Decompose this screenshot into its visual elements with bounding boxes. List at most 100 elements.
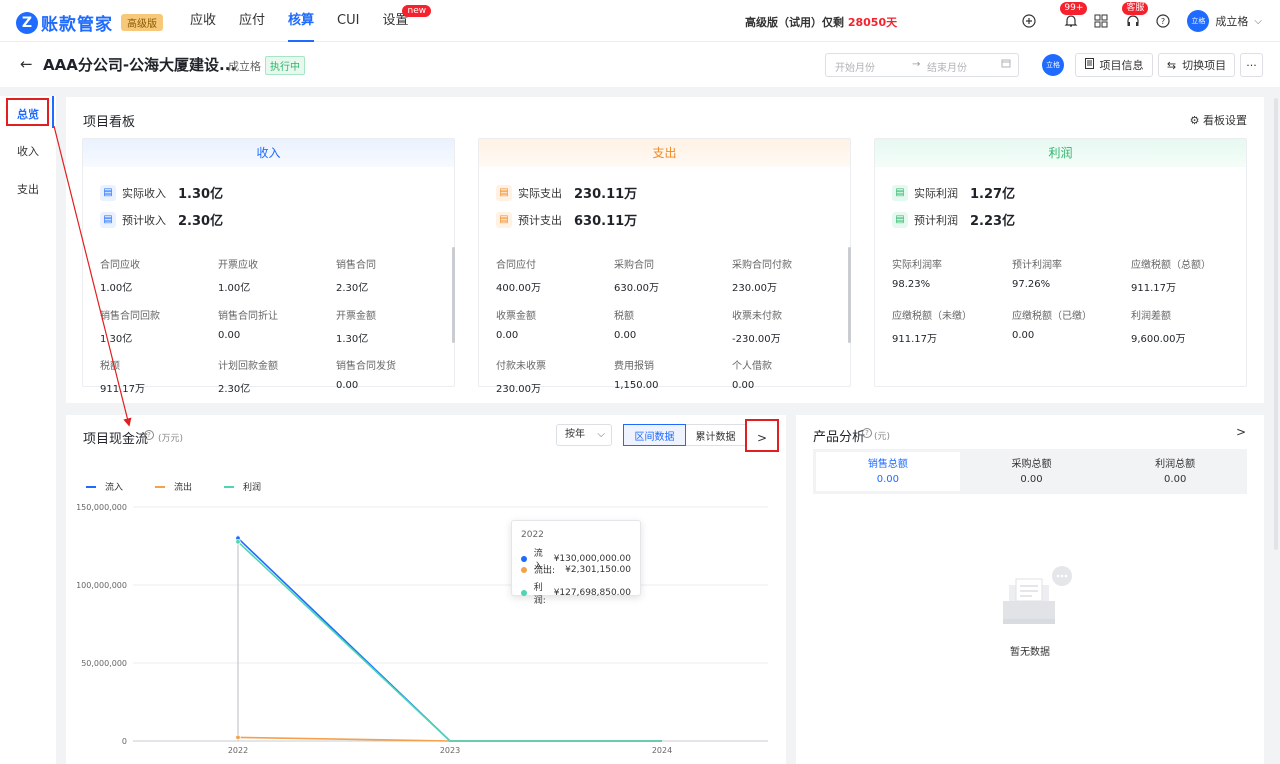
project-info-button[interactable]: 项目信息: [1075, 53, 1153, 77]
tab-cumulative-data[interactable]: 累计数据: [686, 424, 746, 446]
tab-value: 0.00: [876, 474, 899, 485]
tab-sales-total[interactable]: 销售总额 0.00: [816, 452, 960, 491]
legend-swatch: [224, 485, 234, 488]
metric-item: 费用报销 1,150.00: [614, 357, 659, 391]
metric-item: 实际利润率 98.23%: [892, 256, 942, 290]
kpi-expected-expense: ▤ 预计支出 630.11万: [496, 210, 637, 229]
metric-label: 实际利润率: [892, 260, 942, 271]
metric-label: 销售合同回款: [100, 311, 160, 322]
left-nav: 总览 收入 支出: [0, 96, 56, 764]
tab-label: 采购总额: [1011, 459, 1052, 470]
legend-inflow[interactable]: 流入: [86, 480, 123, 493]
document-icon: ▤: [100, 211, 116, 228]
kpi-actual-income: ▤ 实际收入 1.30亿: [100, 183, 223, 202]
metric-item: 税额 0.00: [614, 307, 636, 341]
page-scrollbar[interactable]: [1274, 98, 1278, 550]
metric-item: 合同应收 1.00亿: [100, 256, 140, 294]
more-button[interactable]: ···: [1240, 53, 1263, 77]
nav-accounting[interactable]: 核算: [288, 0, 315, 42]
tab-profit-total[interactable]: 利润总额 0.00: [1103, 449, 1247, 494]
panel-scrollbar[interactable]: [848, 247, 851, 343]
left-nav-income[interactable]: 收入: [0, 143, 56, 159]
highlight-box-next: [745, 419, 779, 452]
kpi-value: 1.30亿: [178, 187, 224, 202]
trial-days: 28050天: [847, 16, 898, 29]
kpi-value: 630.11万: [574, 214, 638, 229]
tooltip-label: 利润:: [533, 583, 546, 606]
nav-payable[interactable]: 应付: [239, 0, 265, 42]
apps-icon[interactable]: [1093, 13, 1109, 29]
cashflow-chart[interactable]: 150,000,000 100,000,000 50,000,000 0 2022 202…: [66, 495, 786, 764]
member-avatar[interactable]: 立格: [1042, 54, 1064, 76]
metric-item: 收票未付款 -230.00万: [732, 307, 782, 345]
y-tick-label: 100,000,000: [76, 581, 127, 590]
metric-item: 销售合同回款 1.30亿: [100, 307, 160, 345]
start-month-input[interactable]: 开始月份: [835, 59, 875, 74]
kpi-value: 230.11万: [574, 187, 638, 202]
project-header: ← AAA分公司-公海大厦建设... 成立格 执行中 开始月份 → 结束月份 立…: [0, 42, 1280, 87]
nav-label: 核算: [288, 13, 315, 28]
metric-label: 销售合同: [336, 260, 376, 271]
metric-value: 0.00: [614, 330, 637, 341]
nav-cui[interactable]: CUI: [337, 0, 359, 42]
document-icon: ▤: [100, 184, 116, 201]
legend-profit[interactable]: 利润: [224, 480, 261, 493]
back-arrow-icon[interactable]: ←: [20, 55, 33, 73]
tooltip-row: 利润: ¥127,698,850.00: [521, 580, 631, 606]
tab-interval-data[interactable]: 区间数据: [623, 424, 686, 446]
metric-label: 收票金额: [496, 311, 536, 322]
headset-icon[interactable]: 客服: [1122, 2, 1149, 29]
legend-label: 流入: [105, 483, 124, 493]
panel-scrollbar[interactable]: [452, 247, 455, 343]
user-avatar[interactable]: 立格: [1187, 10, 1210, 32]
tab-purchase-total[interactable]: 采购总额 0.00: [960, 449, 1104, 494]
month-range-picker[interactable]: 开始月份 → 结束月份: [825, 53, 1019, 77]
metric-value: 2.30亿: [336, 283, 369, 294]
tab-value: 0.00: [1164, 474, 1187, 485]
add-icon[interactable]: [1021, 13, 1037, 29]
nav-receivable[interactable]: 应收: [190, 0, 216, 42]
expense-panel: 支出 ▤ 实际支出 230.11万 ▤ 预计支出 630.11万 合同应付 400…: [478, 138, 851, 395]
chevron-down-icon[interactable]: ⌵: [1254, 16, 1262, 27]
status-badge: 执行中: [265, 56, 305, 75]
top-actions: 99+ 客服 ? 立格 成立格 ⌵: [1007, 0, 1262, 42]
metric-value: 911.17万: [100, 384, 145, 395]
help-icon[interactable]: ?: [862, 428, 872, 438]
gear-icon: ⚙: [1189, 114, 1200, 127]
metric-value: 0.00: [336, 380, 359, 391]
metric-label: 个人借款: [732, 361, 772, 372]
period-select[interactable]: 按年 ⌵: [556, 424, 612, 446]
legend-outflow[interactable]: 流出: [155, 480, 192, 493]
profit-panel: 利润 ▤ 实际利润 1.27亿 ▤ 预计利润 2.23亿 实际利润率 98.23%…: [874, 138, 1247, 387]
range-arrow-icon: →: [912, 59, 921, 70]
metric-value: 400.00万: [496, 283, 541, 294]
end-month-input[interactable]: 结束月份: [927, 59, 967, 74]
board-settings-button[interactable]: ⚙ 看板设置: [1190, 112, 1247, 128]
switch-project-button[interactable]: ⇆ 切换项目: [1158, 53, 1235, 77]
metric-value: 1,150.00: [614, 380, 659, 391]
chart-tooltip: 2022 流入: ¥130,000,000.00 流出: ¥2,301,150.00…: [511, 520, 641, 606]
chevron-right-icon[interactable]: >: [1236, 425, 1246, 439]
nav-settings[interactable]: 设置 new: [382, 0, 432, 42]
cashflow-card: 项目现金流 ? (万元) 按年 ⌵ 区间数据 累计数据 > 流入 流出 利润 1…: [66, 415, 786, 764]
highlight-box-overview: [6, 98, 49, 126]
button-label: 切换项目: [1182, 59, 1227, 72]
metric-value: 230.00万: [496, 384, 541, 395]
kpi-label: 实际收入: [122, 186, 166, 200]
app-logo[interactable]: Z 账款管家 高级版: [16, 10, 163, 35]
metric-item: 应缴税额（已缴） 0.00: [1012, 307, 1092, 341]
main-nav: 应收 应付 核算 CUI 设置 new: [190, 0, 432, 42]
username[interactable]: 成立格: [1215, 13, 1248, 29]
nav-label: 应收: [190, 13, 217, 28]
metric-value: 98.23%: [892, 279, 931, 290]
logo-text: 账款管家: [41, 15, 113, 35]
metric-value: -230.00万: [732, 334, 781, 345]
y-tick-label: 0: [122, 737, 127, 746]
product-analysis-card: 产品分析 ? (元) > 销售总额 0.00 采购总额 0.00 利润总额 0.00 …: [796, 415, 1264, 764]
metric-label: 付款未收票: [496, 361, 546, 372]
help-icon[interactable]: ?: [1155, 13, 1171, 29]
metric-item: 采购合同付款 230.00万: [732, 256, 792, 294]
bell-icon[interactable]: 99+: [1060, 2, 1088, 29]
help-icon[interactable]: ?: [144, 430, 154, 440]
left-nav-expense[interactable]: 支出: [0, 181, 56, 197]
